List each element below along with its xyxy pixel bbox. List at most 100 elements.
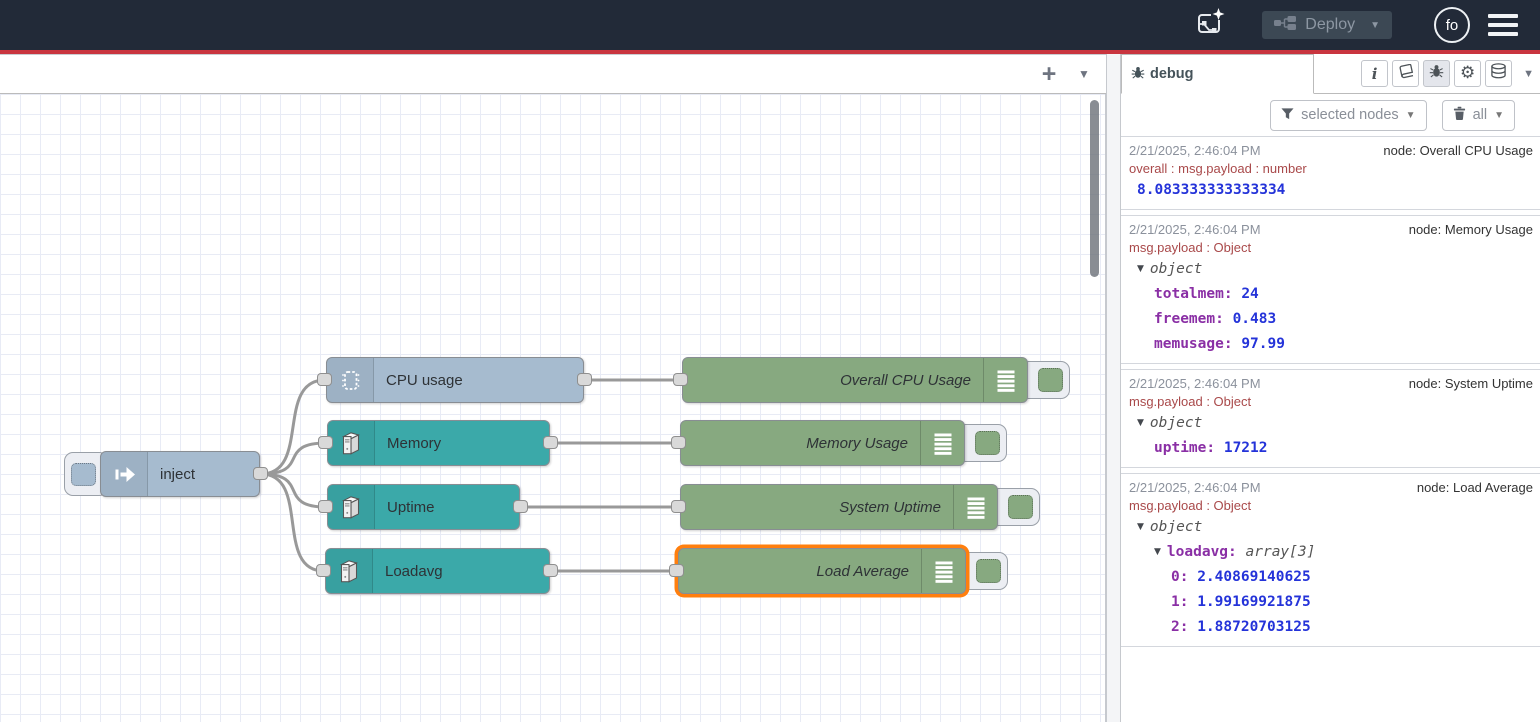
debug-toggle-inner: [1038, 368, 1063, 392]
node-label: Uptime: [387, 485, 435, 529]
message-property-path: msg.payload : Object: [1129, 393, 1533, 411]
expand-caret-icon[interactable]: ▼: [1154, 547, 1161, 557]
filter-nodes-dropdown[interactable]: selected nodes ▼: [1270, 100, 1426, 131]
flow-list-caret-icon[interactable]: ▼: [1070, 55, 1098, 93]
deploy-label: Deploy: [1305, 16, 1355, 34]
output-port[interactable]: [253, 467, 268, 480]
message-property-path: overall : msg.payload : number: [1129, 160, 1533, 178]
message-source-node[interactable]: node: Memory Usage: [1409, 221, 1533, 239]
flow-node-load-average[interactable]: Load Average: [678, 548, 966, 594]
node-label: Loadavg: [385, 549, 443, 593]
output-port[interactable]: [513, 500, 528, 513]
debug-message: 2/21/2025, 2:46:04 PM node: Load Average…: [1121, 473, 1540, 647]
expand-caret-icon[interactable]: ▼: [1137, 264, 1144, 274]
message-source-node[interactable]: node: Overall CPU Usage: [1383, 142, 1533, 160]
value-segment-number: 1.99169921875: [1197, 594, 1311, 610]
output-port[interactable]: [543, 564, 558, 577]
funnel-icon: [1281, 107, 1294, 124]
expand-caret-icon[interactable]: ▼: [1137, 418, 1144, 428]
clear-label: all: [1473, 107, 1488, 123]
input-port[interactable]: [318, 500, 333, 513]
debug-toggle-inner: [976, 559, 1001, 583]
sidebar-splitter[interactable]: [1106, 54, 1121, 722]
gear-icon: ⚙: [1460, 65, 1475, 82]
flow-node-inject[interactable]: inject: [100, 451, 260, 497]
input-port[interactable]: [316, 564, 331, 577]
message-source-node[interactable]: node: System Uptime: [1409, 375, 1533, 393]
node-label: inject: [160, 452, 195, 496]
add-flow-button[interactable]: +: [1034, 55, 1064, 93]
debug-tab-button[interactable]: [1423, 60, 1450, 87]
debug-sidebar: debug i ⚙ ▼: [1121, 54, 1540, 722]
input-port[interactable]: [671, 436, 686, 449]
help-tab-button[interactable]: [1392, 60, 1419, 87]
clear-messages-dropdown[interactable]: all ▼: [1442, 100, 1515, 131]
deploy-options-caret-icon[interactable]: ▼: [1370, 20, 1380, 31]
flow-node-memory[interactable]: Memory: [327, 420, 550, 466]
avatar-text: fo: [1446, 17, 1459, 34]
message-source-node[interactable]: node: Load Average: [1417, 479, 1533, 497]
user-avatar[interactable]: fo: [1434, 7, 1470, 43]
flow-node-memory-usage[interactable]: Memory Usage: [680, 420, 965, 466]
main-header: Deploy ▼ fo: [0, 0, 1540, 50]
flow-node-system-uptime[interactable]: System Uptime: [680, 484, 998, 530]
context-tab-button[interactable]: [1485, 60, 1512, 87]
message-value-row: ▼object: [1129, 411, 1533, 436]
input-port[interactable]: [673, 373, 688, 386]
input-port[interactable]: [318, 436, 333, 449]
wire[interactable]: [261, 443, 326, 474]
database-icon: [1490, 63, 1507, 84]
value-segment-number: 2.40869140625: [1197, 569, 1311, 585]
debug-toggle-inner: [975, 431, 1000, 455]
wire[interactable]: [261, 474, 326, 507]
deploy-button[interactable]: Deploy ▼: [1262, 11, 1392, 39]
value-segment-number: 0.483: [1233, 311, 1277, 327]
value-segment-type: array[3]: [1246, 544, 1316, 560]
input-port[interactable]: [671, 500, 686, 513]
debug-console-icon: [953, 485, 997, 529]
value-segment-number: 17212: [1224, 440, 1268, 456]
input-port[interactable]: [317, 373, 332, 386]
message-meta: 2/21/2025, 2:46:04 PM node: Overall CPU …: [1129, 142, 1533, 160]
flow-node-overall-cpu-usage[interactable]: Overall CPU Usage: [682, 357, 1028, 403]
value-segment-key: loadavg:: [1167, 544, 1246, 560]
debug-toggle-inner: [1008, 495, 1033, 519]
config-tab-button[interactable]: ⚙: [1454, 60, 1481, 87]
value-segment-type: object: [1150, 519, 1202, 535]
sidebar-menu-caret-icon[interactable]: ▼: [1523, 68, 1534, 80]
expand-caret-icon[interactable]: ▼: [1137, 522, 1144, 532]
input-port[interactable]: [669, 564, 684, 577]
hamburger-icon: [1488, 14, 1518, 18]
trash-icon: [1453, 106, 1466, 124]
debug-message: 2/21/2025, 2:46:04 PM node: System Uptim…: [1121, 369, 1540, 468]
message-value-row: 1: 1.99169921875: [1129, 590, 1533, 615]
value-segment-number: 1.88720703125: [1197, 619, 1311, 635]
message-property-path: msg.payload : Object: [1129, 497, 1533, 515]
debug-message: 2/21/2025, 2:46:04 PM node: Memory Usage…: [1121, 215, 1540, 364]
message-value-row: 0: 2.40869140625: [1129, 565, 1533, 590]
tab-debug[interactable]: debug: [1121, 54, 1314, 94]
node-label: Load Average: [816, 549, 909, 593]
message-value-row: ▼ loadavg: array[3]: [1129, 540, 1533, 565]
info-tab-button[interactable]: i: [1361, 60, 1388, 87]
output-port[interactable]: [577, 373, 592, 386]
value-segment-key: 1:: [1171, 594, 1197, 610]
canvas-scrollbar[interactable]: [1090, 100, 1099, 277]
main-menu-button[interactable]: [1488, 14, 1518, 36]
flow-wires: [0, 94, 1106, 722]
output-port[interactable]: [543, 436, 558, 449]
value-segment-key: uptime:: [1154, 440, 1224, 456]
ai-assistant-button[interactable]: [1192, 7, 1226, 43]
flow-node-uptime[interactable]: Uptime: [327, 484, 520, 530]
debug-message: 2/21/2025, 2:46:04 PM node: Overall CPU …: [1121, 136, 1540, 210]
deploy-nodes-icon: [1274, 16, 1296, 35]
filter-caret-icon: ▼: [1406, 110, 1416, 121]
message-value-row: 2: 1.88720703125: [1129, 615, 1533, 640]
debug-messages: 2/21/2025, 2:46:04 PM node: Overall CPU …: [1121, 136, 1540, 722]
flow-node-loadavg[interactable]: Loadavg: [325, 548, 550, 594]
value-segment-key: memusage:: [1154, 336, 1241, 352]
value-segment-key: 2:: [1171, 619, 1197, 635]
flow-canvas[interactable]: inject CPU usage Memory Uptime Loadavg Overal…: [0, 94, 1106, 722]
flow-node-cpu-usage[interactable]: CPU usage: [326, 357, 584, 403]
value-segment-number: 8.083333333333334: [1137, 182, 1285, 198]
